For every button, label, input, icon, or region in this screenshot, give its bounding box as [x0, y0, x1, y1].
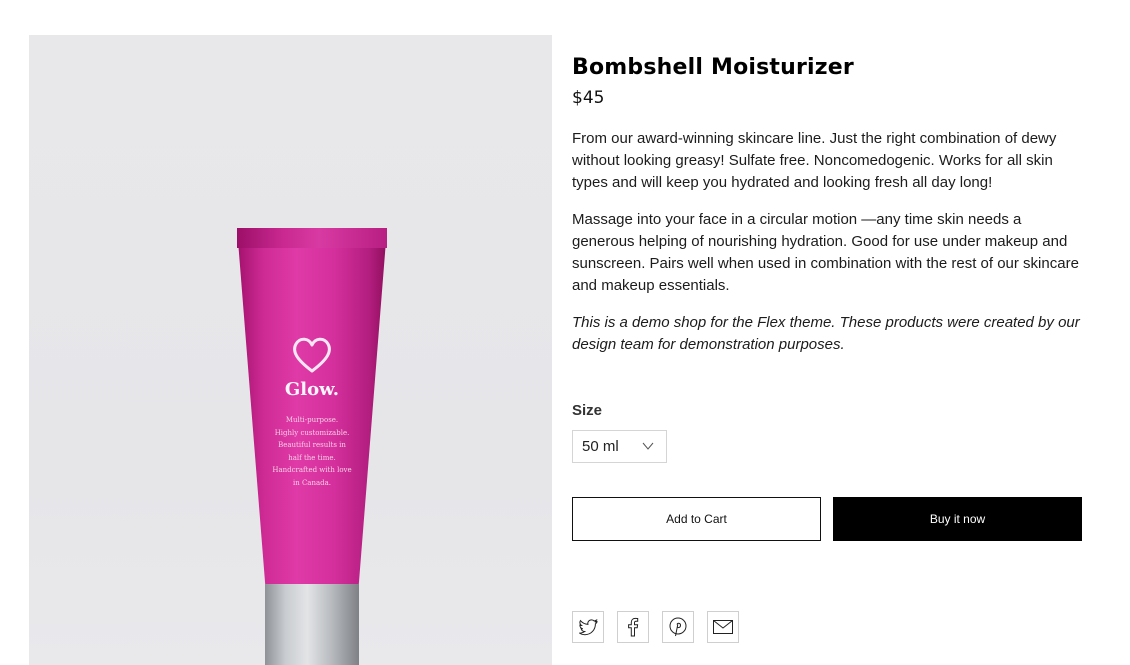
brand-name: Glow.	[284, 379, 340, 400]
share-email-button[interactable]	[707, 611, 739, 643]
share-twitter-button[interactable]	[572, 611, 604, 643]
share-buttons	[572, 611, 739, 643]
tagline-line: Highly customizable.	[274, 428, 350, 437]
tagline-line: half the time.	[288, 453, 336, 462]
tagline-line: in Canada.	[292, 478, 332, 487]
product-label: Glow. Multi-purpose. Highly customizable…	[237, 335, 387, 489]
product-details: Bombshell Moisturizer $45 From our award…	[572, 55, 1087, 371]
size-label: Size	[572, 402, 603, 419]
description-paragraph: Massage into your face in a circular mot…	[572, 211, 1079, 294]
twitter-icon	[579, 618, 598, 636]
product-price: $45	[572, 88, 605, 108]
product-image[interactable]: Glow. Multi-purpose. Highly customizable…	[29, 35, 552, 665]
size-select-value: 50 ml	[582, 438, 619, 455]
chevron-down-icon	[642, 442, 654, 450]
buy-now-button[interactable]: Buy it now	[833, 497, 1082, 541]
size-select[interactable]: 50 ml	[572, 430, 667, 463]
tagline: Multi-purpose. Highly customizable. Beau…	[237, 414, 387, 489]
description-paragraph: From our award-winning skincare line. Ju…	[572, 130, 1057, 191]
tube-crimp	[237, 228, 387, 248]
share-pinterest-button[interactable]	[662, 611, 694, 643]
add-to-cart-button[interactable]: Add to Cart	[572, 497, 821, 541]
product-title: Bombshell Moisturizer	[572, 55, 854, 80]
email-icon	[713, 620, 733, 634]
tagline-line: Beautiful results in	[278, 441, 346, 449]
pinterest-icon	[669, 617, 687, 637]
heart-icon	[293, 337, 331, 373]
share-facebook-button[interactable]	[617, 611, 649, 643]
tagline-line: Handcrafted with love	[272, 466, 352, 474]
tagline-line: Multi-purpose.	[285, 416, 339, 424]
facebook-icon	[628, 617, 639, 637]
product-description: From our award-winning skincare line. Ju…	[572, 128, 1087, 356]
demo-note: This is a demo shop for the Flex theme. …	[572, 314, 1080, 353]
tube-cap	[265, 584, 359, 665]
